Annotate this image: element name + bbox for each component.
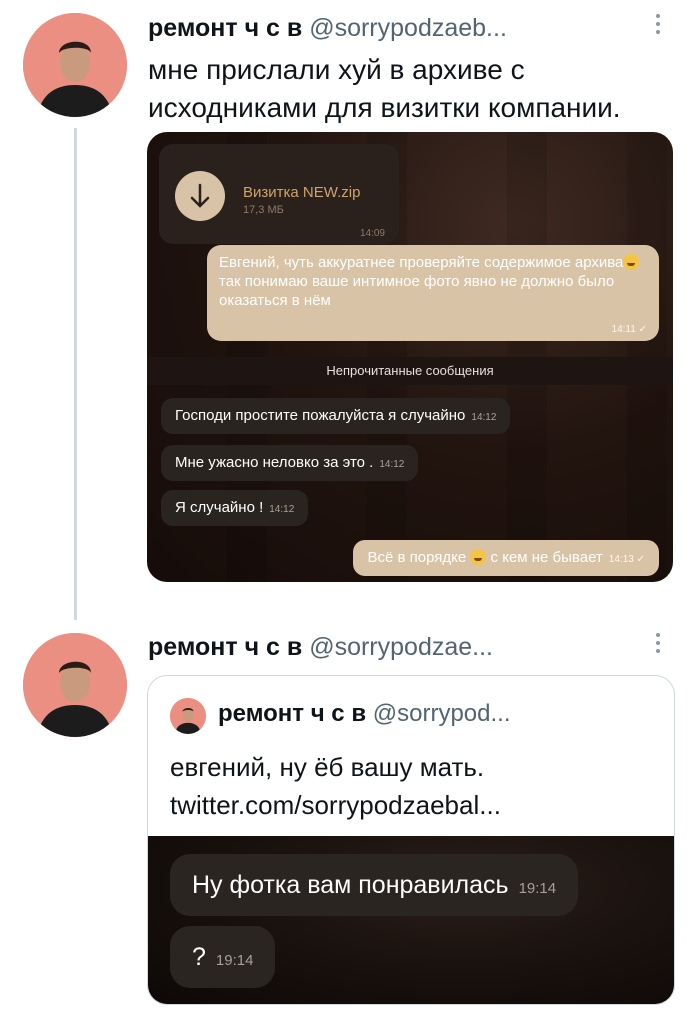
- message-text: ?: [192, 943, 206, 971]
- message-time: 14:13 ✓: [608, 554, 645, 565]
- author-name[interactable]: ремонт ч с в: [148, 633, 302, 661]
- download-arrow-icon: [175, 171, 225, 221]
- quoted-tweet-header: ремонт ч с в @sorrypod...: [218, 700, 511, 728]
- author-handle[interactable]: @sorrypodzae...: [309, 633, 493, 661]
- attached-chat-screenshot[interactable]: Визитка NEW.zip 17,3 МБ 14:09 Евгений, ч…: [147, 132, 673, 582]
- tweet-text: мне прислали хуй в архиве с исходниками …: [148, 51, 621, 127]
- outgoing-message: Всё в порядке с кем не бывает 14:13 ✓: [353, 540, 659, 576]
- message-time: 19:14: [215, 952, 254, 969]
- file-name: Визитка NEW.zip: [243, 184, 361, 201]
- incoming-message: ? 19:14: [170, 926, 276, 988]
- message-time: 19:14: [518, 880, 557, 897]
- unread-messages-divider: Непрочитанные сообщения: [147, 357, 673, 385]
- laughing-emoji-icon: [470, 549, 487, 565]
- message-text: Евгений, чуть аккуратнее проверяйте соде…: [219, 254, 624, 271]
- avatar[interactable]: [23, 633, 127, 737]
- outgoing-message: Евгений, чуть аккуратнее проверяйте соде…: [207, 245, 659, 341]
- message-time: 14:09: [359, 228, 385, 239]
- profile-photo-icon: [23, 13, 127, 117]
- vertical-dots-icon: [656, 14, 660, 18]
- more-options-button[interactable]: [655, 14, 661, 38]
- quoted-tweet[interactable]: ремонт ч с в @sorrypod... евгений, ну ёб…: [147, 675, 675, 1005]
- more-options-button[interactable]: [655, 633, 661, 657]
- author-handle[interactable]: @sorrypodzaeb...: [309, 14, 507, 42]
- tweet-link[interactable]: twitter.com/sorrypodzaebal...: [170, 786, 501, 824]
- incoming-message: Ну фотка вам понравилась 19:14: [170, 854, 579, 916]
- avatar: [170, 698, 206, 734]
- profile-photo-icon: [170, 698, 206, 734]
- message-text: Мне ужасно неловко за это .: [175, 454, 374, 471]
- message-text: Господи простите пожалуйста я случайно: [175, 407, 466, 424]
- incoming-message: Господи простите пожалуйста я случайно 14…: [161, 398, 511, 434]
- message-text: Я случайно !: [175, 499, 264, 516]
- message-time: 14:12: [379, 459, 405, 470]
- message-text: Ну фотка вам понравилась: [192, 871, 509, 899]
- thread-connector-line: [74, 128, 77, 620]
- message-text: Всё в порядке: [367, 549, 467, 566]
- author-handle: @sorrypod...: [372, 700, 511, 727]
- tweet-text-line: мне прислали хуй в архиве с: [148, 54, 525, 85]
- file-size: 17,3 МБ: [243, 204, 284, 216]
- vertical-dots-icon: [656, 633, 660, 637]
- avatar[interactable]: [23, 13, 127, 117]
- incoming-message: Я случайно ! 14:12: [161, 490, 309, 526]
- author-name[interactable]: ремонт ч с в: [148, 14, 302, 42]
- quoted-tweet-text: евгений, ну ёб вашу мать. twitter.com/so…: [170, 748, 501, 824]
- message-text: с кем не бывает: [490, 549, 603, 566]
- tweet-header: ремонт ч с в @sorrypodzaeb...: [148, 14, 507, 43]
- message-time: 14:12: [269, 504, 295, 515]
- laughing-emoji-icon: [623, 254, 640, 270]
- message-time: 14:11 ✓: [611, 324, 647, 335]
- quoted-chat-screenshot[interactable]: Ну фотка вам понравилась 19:14 ? 19:14: [148, 836, 674, 1004]
- tweet-text-line: исходниками для визитки компании.: [148, 92, 621, 123]
- tweet-header: ремонт ч с в @sorrypodzae...: [148, 633, 493, 662]
- author-name: ремонт ч с в: [218, 700, 367, 727]
- message-time: 14:12: [471, 412, 497, 423]
- profile-photo-icon: [23, 633, 127, 737]
- incoming-message: Мне ужасно неловко за это . 14:12: [161, 445, 419, 481]
- message-text: так понимаю ваше интимное фото явно не д…: [219, 273, 615, 309]
- tweet-text-line: евгений, ну ёб вашу мать.: [170, 752, 485, 782]
- file-message: Визитка NEW.zip 17,3 МБ 14:09: [159, 144, 399, 244]
